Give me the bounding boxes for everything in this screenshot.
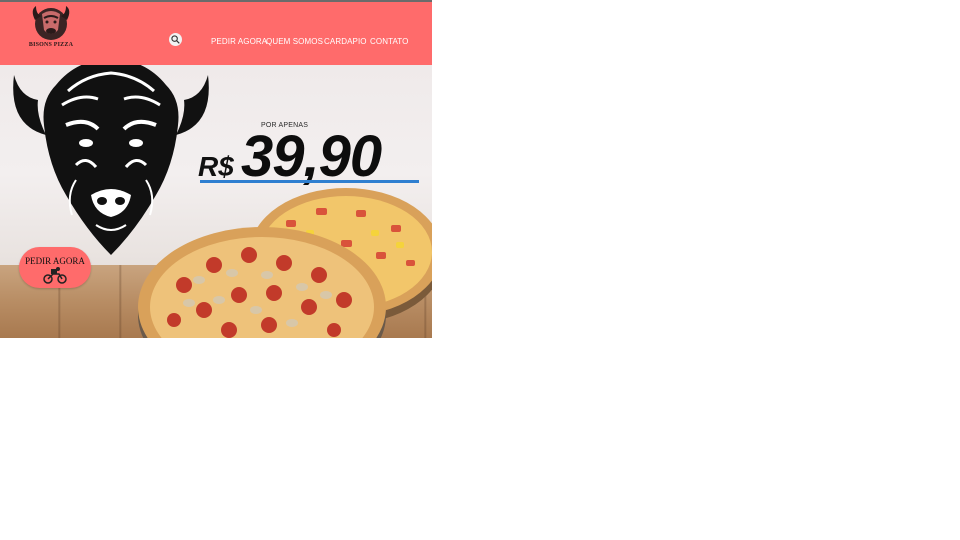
order-now-label: PEDIR AGORA	[25, 256, 85, 266]
order-now-button[interactable]: PEDIR AGORA	[19, 247, 91, 288]
hero-banner: POR APENAS R$ 39,90 PEDIR AGORA	[0, 65, 432, 338]
bison-head-illustration	[13, 65, 209, 255]
search-button[interactable]	[169, 33, 182, 46]
site-header: BISONS PIZZA PEDIR AGORA QUEM SOMOS CARD…	[0, 2, 432, 65]
nav-cardapio[interactable]: CARDAPIO	[324, 36, 367, 48]
price-underline	[200, 180, 419, 183]
nav-contato[interactable]: CONTATO	[370, 36, 408, 48]
logo-wordmark: BISONS PIZZA	[28, 42, 74, 48]
nav-pedir-agora[interactable]: PEDIR AGORA	[211, 36, 267, 48]
website-viewport: BISONS PIZZA PEDIR AGORA QUEM SOMOS CARD…	[0, 0, 432, 338]
price-currency: R$	[198, 151, 234, 182]
nav-quem-somos[interactable]: QUEM SOMOS	[266, 36, 323, 48]
search-icon	[171, 35, 180, 44]
motorcycle-delivery-icon	[43, 267, 67, 284]
